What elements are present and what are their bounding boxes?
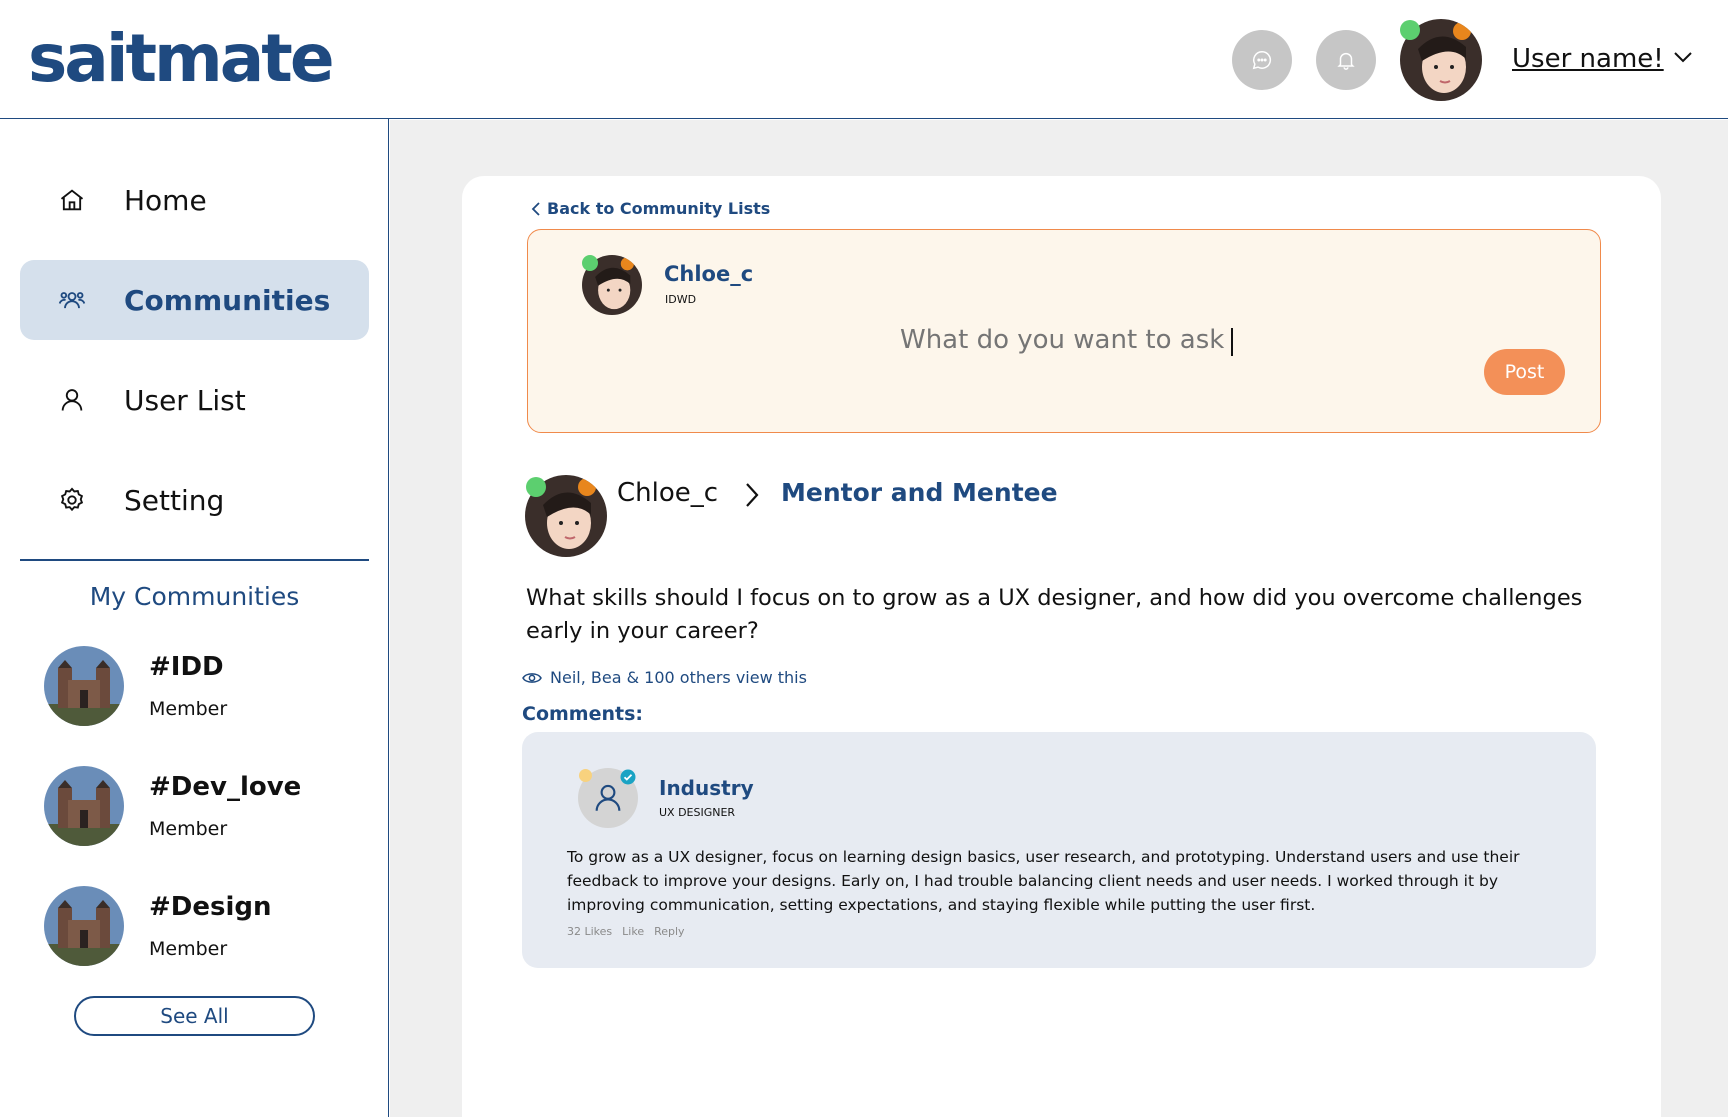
ask-author-subtitle: IDWD (665, 293, 697, 306)
post-button[interactable]: Post (1484, 349, 1565, 395)
notifications-button[interactable] (1316, 30, 1376, 90)
top-header: saitmate User name! (0, 0, 1728, 119)
users-icon (58, 292, 86, 309)
like-button[interactable]: Like (622, 925, 644, 938)
community-avatar (44, 766, 124, 846)
online-status-dot (1400, 20, 1420, 40)
eye-icon (522, 672, 542, 683)
views-text: Neil, Bea & 100 others view this (550, 668, 807, 687)
chat-icon (1252, 51, 1272, 70)
community-avatar (44, 886, 124, 966)
online-status-dot (582, 255, 598, 271)
sidebar-divider (20, 559, 369, 561)
post-author-name[interactable]: Chloe_c (617, 478, 718, 508)
online-status-dot (526, 477, 546, 497)
post-community-link[interactable]: Mentor and Mentee (781, 478, 1058, 507)
user-icon (595, 784, 621, 811)
post-text: What skills should I focus on to grow as… (526, 585, 1583, 644)
community-name: #Dev_love (149, 772, 302, 802)
sidebar-item-communities[interactable]: Communities (20, 260, 369, 340)
sidebar-item-label: Communities (124, 283, 331, 317)
comment-author-role: UX DESIGNER (659, 806, 736, 819)
community-name: #Design (149, 892, 272, 922)
see-all-button[interactable]: See All (74, 996, 315, 1036)
community-item[interactable]: #Design Member (44, 886, 364, 968)
sidebar-item-label: Home (124, 183, 207, 217)
username-link[interactable]: User name! (1512, 44, 1664, 74)
comment-text: To grow as a UX designer, focus on learn… (567, 848, 1520, 914)
verified-badge-icon (620, 769, 636, 785)
away-status-dot (579, 769, 592, 782)
chevron-right-icon (746, 483, 759, 507)
community-item[interactable]: #Dev_love Member (44, 766, 364, 848)
community-item[interactable]: #IDD Member (44, 646, 364, 728)
chevron-down-icon[interactable] (1673, 50, 1693, 64)
sidebar-item-home[interactable]: Home (20, 160, 369, 240)
sidebar: Home Communities User List Setting My Co… (0, 119, 389, 1117)
community-role: Member (149, 818, 228, 840)
community-role: Member (149, 938, 228, 960)
ask-author-name: Chloe_c (664, 262, 754, 286)
sidebar-item-user-list[interactable]: User List (20, 360, 369, 440)
ask-question-input[interactable] (900, 325, 1240, 355)
chevron-left-icon (531, 201, 540, 216)
back-to-community-lists-link[interactable]: Back to Community Lists (531, 199, 770, 218)
sidebar-item-setting[interactable]: Setting (20, 460, 369, 540)
user-icon (61, 389, 83, 411)
comment-actions: 32 Likes Like Reply (567, 925, 685, 938)
messages-button[interactable] (1232, 30, 1292, 90)
comment-likes-count: 32 Likes (567, 925, 613, 938)
community-role: Member (149, 698, 228, 720)
bell-icon (1337, 52, 1355, 70)
reply-button[interactable]: Reply (654, 925, 684, 938)
back-link-label: Back to Community Lists (547, 199, 771, 218)
my-communities-title: My Communities (89, 582, 300, 611)
sidebar-item-label: Setting (124, 483, 225, 517)
sidebar-item-label: User List (124, 383, 246, 417)
home-icon (60, 189, 84, 211)
community-avatar (44, 646, 124, 726)
comment-author-name[interactable]: Industry (659, 776, 754, 800)
post-views: Neil, Bea & 100 others view this (522, 668, 807, 687)
gear-icon (60, 487, 84, 512)
saitmate-logo[interactable]: saitmate (28, 24, 335, 94)
community-name: #IDD (149, 652, 224, 682)
text-caret (1231, 328, 1233, 356)
comments-label: Comments: (522, 703, 643, 725)
